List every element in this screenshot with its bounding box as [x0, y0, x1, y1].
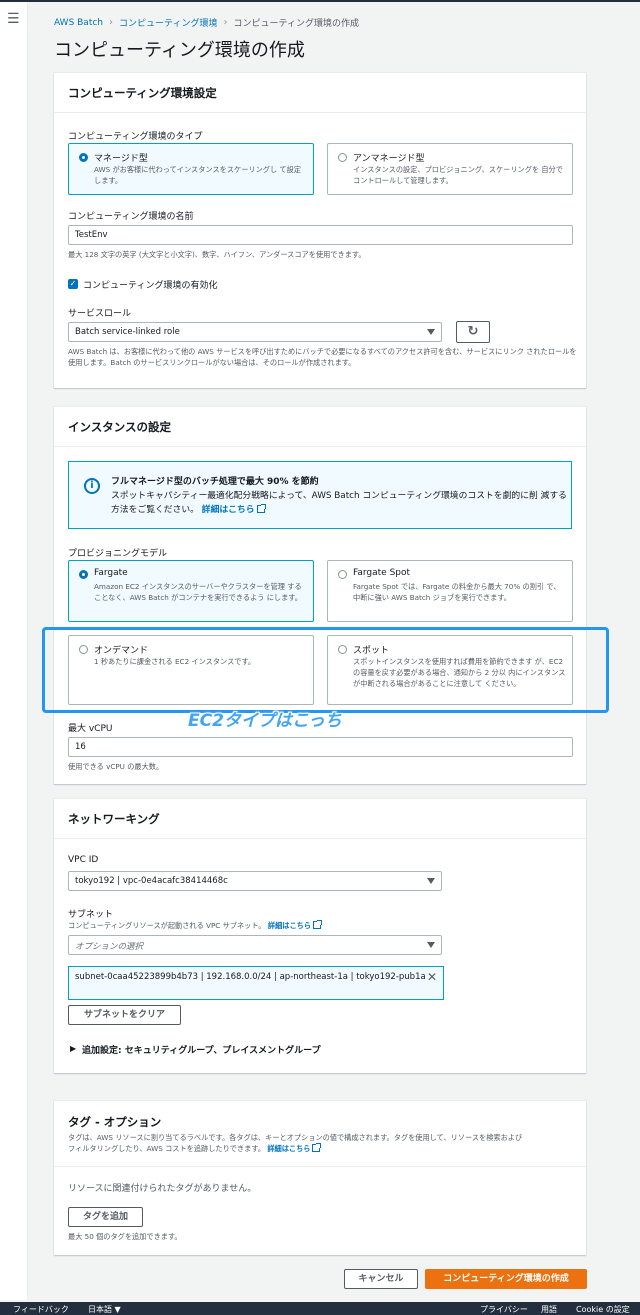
additional-settings-toggle[interactable]: 追加設定: セキュリティグループ、プレイスメントグループ — [82, 1043, 321, 1056]
env-name-label: コンピューティング環境の名前 — [68, 212, 194, 222]
unmanaged-title: アンマネージド型 — [353, 154, 425, 164]
info-body: スポットキャパシティー最適化配分戦略によって、AWS Batch コンピューティ… — [111, 489, 567, 517]
refresh-button[interactable]: ↻ — [456, 321, 490, 343]
add-tag-button[interactable]: タグを追加 — [68, 1207, 143, 1227]
menu-icon[interactable]: ☰ — [7, 12, 20, 26]
unmanaged-option[interactable]: アンマネージド型 インスタンスの設定、プロビジョニング、スケーリングを 自分でコ… — [327, 143, 573, 195]
networking-panel: ネットワーキング VPC ID tokyo192 | vpc-0e4acafc3… — [54, 799, 586, 1073]
info-icon: i — [84, 478, 100, 494]
clear-subnets-button[interactable]: サブネットをクリア — [68, 1005, 181, 1025]
managed-desc: AWS がお客様に代わってインスタンスをスケーリングし て設定します。 — [94, 165, 301, 185]
info-alert: i フルマネージド型のバッチ処理で最大 90% を節約 スポットキャパシティー最… — [68, 461, 572, 529]
env-name-help: 最大 128 文字の英字 (大文字と小文字)、数字、ハイフン、アンダースコアを使… — [68, 250, 366, 259]
refresh-icon: ↻ — [467, 324, 479, 339]
divider — [54, 1166, 586, 1167]
cookie-settings-link[interactable]: Cookie の設定 — [576, 1304, 630, 1315]
top-bar — [0, 0, 640, 2]
env-type-label: コンピューティング環境のタイプ — [68, 132, 203, 142]
feedback-link[interactable]: フィードバック — [13, 1304, 69, 1315]
caret-down-icon — [427, 878, 435, 884]
breadcrumb-current: コンピューティング環境の作成 — [233, 19, 359, 29]
caret-right-icon[interactable]: ▶ — [70, 1044, 76, 1053]
footer: フィードバック 日本語 ▼ プライバシー 用語 Cookie の設定 — [0, 1302, 640, 1315]
enable-label: コンピューティング環境の有効化 — [83, 281, 218, 291]
tags-desc-line2: フィルタリングしたり、AWS コストを追跡したりできます。 詳細はこちら — [68, 1143, 322, 1154]
service-role-select[interactable]: Batch service-linked role — [68, 322, 442, 342]
panel-heading: ネットワーキング — [54, 799, 586, 839]
max-vcpu-help: 使用できる vCPU の最大数。 — [68, 762, 164, 771]
subnet-help-text: コンピューティングリソースが起動される VPC サブネット。 — [68, 921, 266, 930]
unmanaged-desc: インスタンスの設定、プロビジョニング、スケーリングを 自分でコントロールして管理… — [353, 165, 563, 185]
page-title: コンピューティング環境の作成 — [54, 40, 305, 61]
service-role-help: AWS Batch は、お客様に代わって他の AWS サービスを呼び出すためにバ… — [68, 347, 577, 367]
breadcrumb-compute-envs[interactable]: コンピューティング環境 — [119, 16, 217, 29]
max-vcpu-label: 最大 vCPU — [68, 724, 113, 734]
vpc-id-value: tokyo192 | vpc-0e4acafc38414468c — [75, 876, 228, 886]
max-vcpu-input[interactable]: 16 — [68, 737, 573, 757]
vpc-id-label: VPC ID — [68, 855, 99, 865]
breadcrumb: AWS Batch › コンピューティング環境 › コンピューティング環境の作成 — [54, 16, 359, 29]
privacy-link[interactable]: プライバシー — [480, 1304, 528, 1315]
tags-desc-line1: タグは、AWS リソースに割り当てるラベルです。各タグは、キーとオプションの値で… — [68, 1133, 523, 1142]
subnet-label: サブネット — [68, 910, 114, 920]
fargate-spot-radio[interactable] — [338, 570, 347, 579]
annotation-label: EC2タイプはこっち — [188, 711, 342, 731]
tags-panel: タグ - オプション タグは、AWS リソースに割り当てるラベルです。各タグは、… — [54, 1101, 586, 1255]
external-link-icon — [313, 920, 323, 929]
chevron-right-icon: › — [109, 17, 114, 28]
caret-down-icon — [427, 329, 435, 335]
tags-learn-more-link[interactable]: 詳細はこちら — [267, 1144, 310, 1153]
subnet-token: subnet-0caa45223899b4b73 | 192.168.0.0/2… — [68, 966, 444, 1000]
fargate-desc: Amazon EC2 インスタンスのサーバーやクラスターを管理 することなく、A… — [94, 582, 302, 602]
panel-heading: タグ - オプション — [68, 1115, 162, 1129]
caret-down-icon — [427, 942, 435, 948]
fargate-option[interactable]: Fargate Amazon EC2 インスタンスのサーバーやクラスターを管理 … — [68, 560, 314, 622]
side-navigation: ☰ — [0, 2, 28, 1300]
language-selector[interactable]: 日本語 ▼ — [88, 1304, 121, 1315]
chevron-right-icon: › — [223, 17, 228, 28]
fargate-spot-desc: Fargate Spot では、Fargate の料金から最大 70% の割引 … — [353, 582, 561, 602]
managed-title: マネージド型 — [94, 154, 148, 164]
subnet-learn-more-link[interactable]: 詳細はこちら — [268, 921, 311, 930]
managed-radio[interactable] — [79, 153, 88, 162]
tags-desc-text: フィルタリングしたり、AWS コストを追跡したりできます。 — [68, 1144, 266, 1153]
fargate-title: Fargate — [94, 568, 128, 578]
breadcrumb-aws-batch[interactable]: AWS Batch — [54, 18, 103, 28]
tags-limit-help: 最大 50 個のタグを追加できます。 — [68, 1232, 182, 1241]
provisioning-model-label: プロビジョニングモデル — [68, 549, 168, 559]
vpc-id-select[interactable]: tokyo192 | vpc-0e4acafc38414468c — [68, 871, 442, 891]
cancel-button[interactable]: キャンセル — [344, 1269, 418, 1289]
tags-empty-text: リソースに関連付けられたタグがありません。 — [68, 1184, 257, 1194]
enable-checkbox[interactable]: ✓ — [68, 279, 78, 289]
terms-link[interactable]: 用語 — [541, 1304, 557, 1315]
subnet-help: コンピューティングリソースが起動される VPC サブネット。 詳細はこちら — [68, 920, 323, 931]
info-learn-more-link[interactable]: 詳細はこちら — [202, 505, 255, 515]
fargate-spot-option[interactable]: Fargate Spot Fargate Spot では、Fargate の料金… — [327, 560, 573, 622]
fargate-spot-title: Fargate Spot — [353, 568, 411, 578]
env-config-panel: コンピューティング環境設定 コンピューティング環境のタイプ マネージド型 AWS… — [54, 73, 586, 388]
external-link-icon — [256, 504, 266, 513]
panel-heading: コンピューティング環境設定 — [54, 73, 586, 113]
service-role-value: Batch service-linked role — [75, 327, 180, 337]
service-role-label: サービスロール — [68, 309, 132, 319]
unmanaged-radio[interactable] — [338, 153, 347, 162]
create-compute-env-button[interactable]: コンピューティング環境の作成 — [425, 1269, 587, 1289]
close-icon[interactable]: ✕ — [427, 971, 437, 984]
fargate-radio[interactable] — [79, 570, 88, 579]
info-body-text: スポットキャパシティー最適化配分戦略によって、AWS Batch コンピューティ… — [111, 491, 567, 515]
env-name-input[interactable]: TestEnv — [68, 225, 573, 245]
subnet-token-text: subnet-0caa45223899b4b73 | 192.168.0.0/2… — [75, 972, 426, 982]
annotation-highlight-box — [42, 627, 609, 713]
subnet-select[interactable]: オプションの選択 — [68, 935, 442, 955]
info-title: フルマネージド型のバッチ処理で最大 90% を節約 — [111, 477, 319, 487]
panel-heading: インスタンスの設定 — [54, 407, 586, 447]
subnet-placeholder: オプションの選択 — [75, 942, 144, 952]
managed-option[interactable]: マネージド型 AWS がお客様に代わってインスタンスをスケーリングし て設定しま… — [68, 143, 314, 195]
external-link-icon — [312, 1143, 322, 1152]
